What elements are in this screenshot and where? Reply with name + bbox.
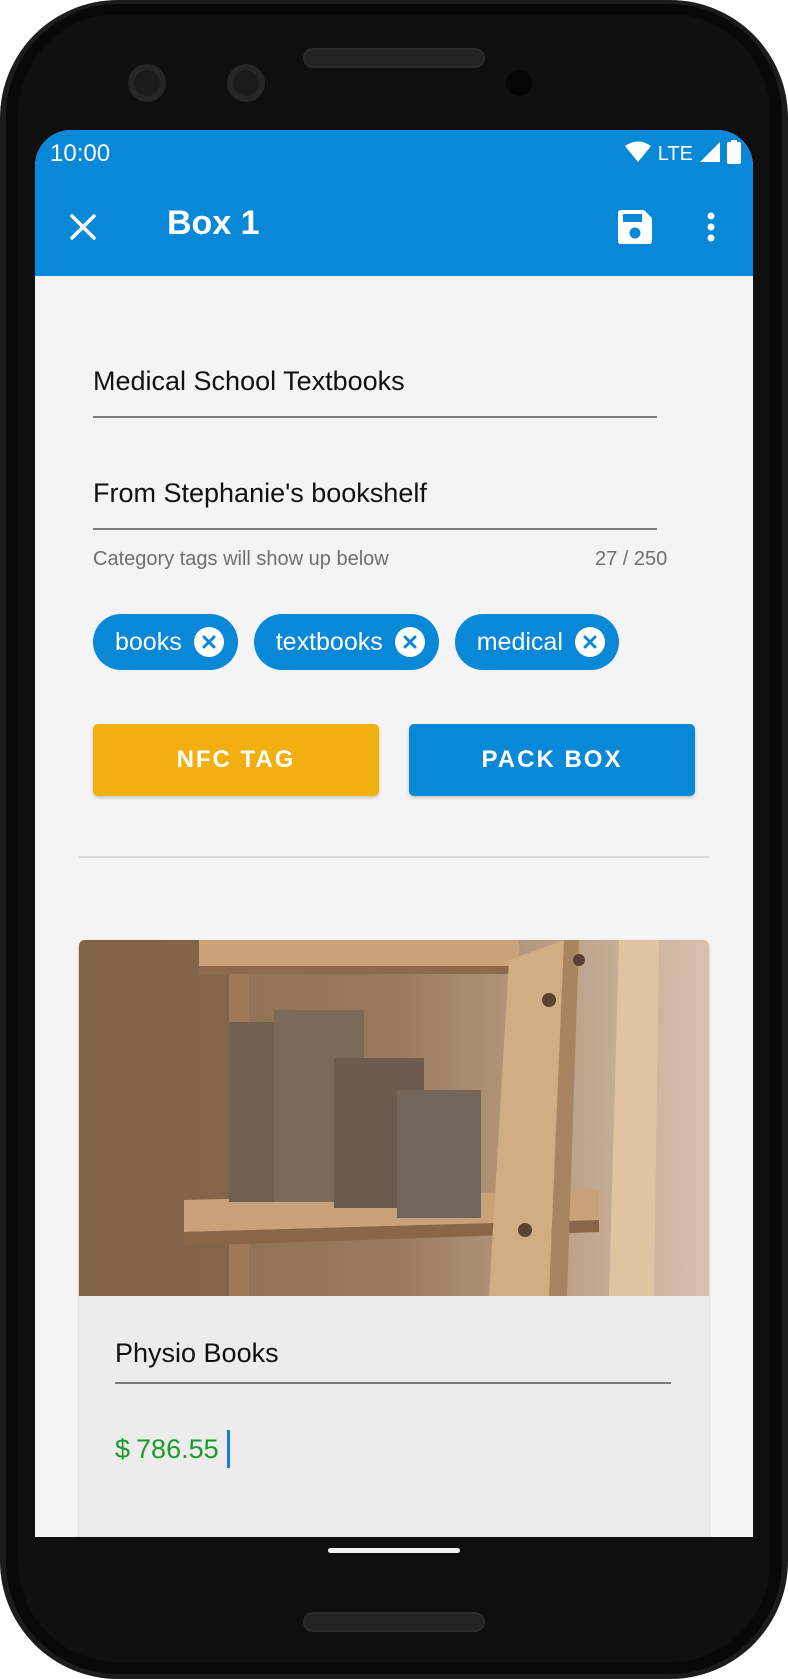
status-icons: LTE: [624, 139, 741, 169]
home-indicator[interactable]: [328, 1548, 460, 1553]
remove-tag-icon[interactable]: [394, 627, 425, 657]
pack-box-button[interactable]: PACK BOX: [409, 724, 695, 796]
proximity-sensor: [506, 70, 532, 96]
tag-chip-medical[interactable]: medical: [454, 614, 619, 670]
status-time: 10:00: [50, 140, 111, 167]
item-card: Physio Books $ 786.55: [79, 940, 709, 1537]
box-description-field[interactable]: From Stephanie's bookshelf: [93, 478, 657, 530]
tag-chip-books[interactable]: books: [93, 614, 238, 670]
text-cursor: [226, 1430, 230, 1468]
character-counter: 27 / 250: [595, 548, 668, 570]
network-type: LTE: [657, 142, 693, 165]
app-bar: Box 1: [35, 178, 753, 276]
field-underline: [115, 1382, 671, 1384]
item-price-value: 786.55: [136, 1433, 219, 1464]
field-underline: [93, 416, 657, 418]
item-name-field[interactable]: Physio Books: [115, 1330, 671, 1384]
item-name-value: Physio Books: [115, 1338, 279, 1368]
earpiece-speaker: [303, 48, 485, 68]
helper-text: Category tags will show up below: [93, 548, 389, 570]
nfc-tag-button[interactable]: NFC TAG: [93, 724, 379, 796]
currency-symbol: $: [115, 1433, 131, 1464]
remove-tag-icon[interactable]: [193, 627, 224, 657]
save-icon[interactable]: [611, 203, 659, 251]
item-photo[interactable]: [79, 940, 709, 1296]
section-divider: [79, 856, 709, 858]
wifi-icon: [624, 141, 652, 168]
front-camera: [128, 64, 166, 102]
item-price-field[interactable]: $ 786.55: [115, 1430, 230, 1468]
box-name-value: Medical School Textbooks: [93, 366, 405, 396]
page-title: Box 1: [167, 204, 260, 242]
remove-tag-icon[interactable]: [574, 627, 605, 657]
tag-chip-label: medical: [476, 627, 563, 656]
close-icon[interactable]: [59, 203, 107, 251]
tag-chip-label: textbooks: [275, 627, 383, 656]
signal-icon: [699, 141, 721, 168]
bottom-speaker: [303, 1612, 485, 1632]
field-underline: [93, 528, 657, 530]
box-description-value: From Stephanie's bookshelf: [93, 478, 427, 508]
status-bar: 10:00 LTE: [35, 130, 753, 178]
tag-chip-textbooks[interactable]: textbooks: [253, 614, 439, 670]
more-vert-icon[interactable]: [687, 203, 735, 251]
front-camera-secondary: [227, 64, 265, 102]
app-screen: 10:00 LTE Box 1 Medical School Textbooks…: [35, 130, 753, 1537]
battery-icon: [727, 139, 741, 169]
tag-chips: books textbooks medical: [93, 614, 619, 670]
box-name-field[interactable]: Medical School Textbooks: [93, 366, 657, 418]
tag-chip-label: books: [115, 627, 182, 656]
